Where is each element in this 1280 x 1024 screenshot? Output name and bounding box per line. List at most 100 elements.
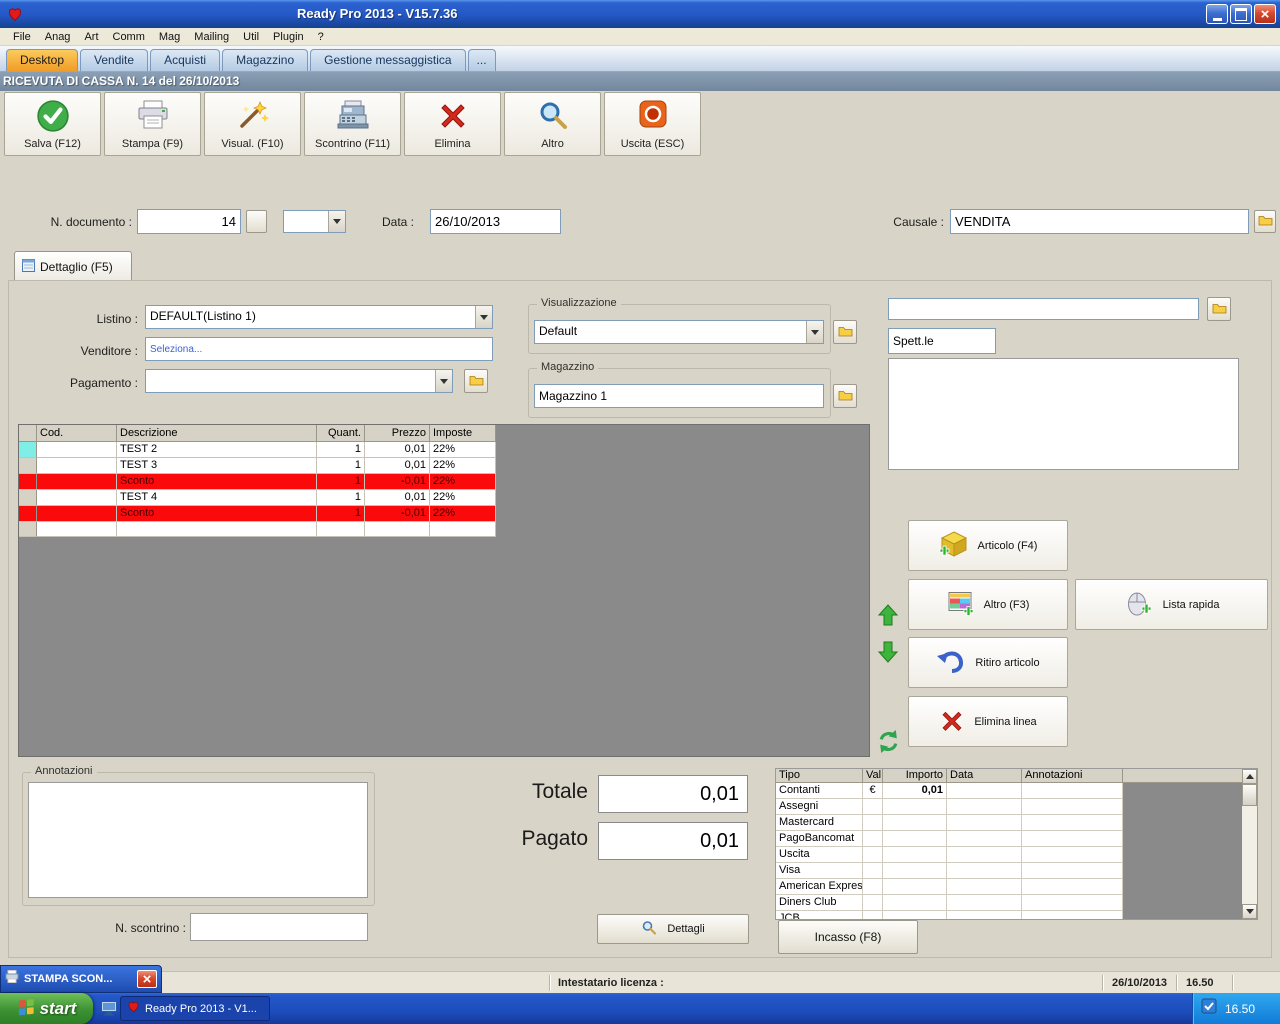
tab-desktop[interactable]: Desktop: [6, 49, 79, 71]
annotazioni-textarea[interactable]: [28, 782, 368, 898]
destinatario-textarea[interactable]: [888, 358, 1239, 470]
row-selector[interactable]: [19, 506, 37, 522]
payments-scrollbar[interactable]: [1242, 769, 1257, 919]
uscita-button[interactable]: Uscita (ESC): [604, 92, 701, 156]
altro-f3-button[interactable]: Altro (F3): [908, 579, 1068, 630]
stampa-mini-window[interactable]: STAMPA SCON...: [0, 965, 162, 993]
col-data[interactable]: Data: [947, 769, 1022, 783]
col-prezzo[interactable]: Prezzo: [365, 425, 430, 442]
quick-launch-icon[interactable]: [100, 999, 118, 1022]
listino-combo[interactable]: DEFAULT(Listino 1): [145, 305, 493, 329]
articolo-button[interactable]: Articolo (F4): [908, 520, 1068, 571]
payment-row-uscita[interactable]: Uscita: [776, 847, 1257, 863]
menu-file[interactable]: File: [6, 28, 38, 46]
chevron-down-icon[interactable]: [435, 370, 452, 392]
col-quant[interactable]: Quant.: [317, 425, 365, 442]
col-imposte[interactable]: Imposte: [430, 425, 496, 442]
payment-row-jcb[interactable]: JCB: [776, 911, 1257, 919]
elimina-button[interactable]: Elimina: [404, 92, 501, 156]
causale-folder-button[interactable]: [1254, 210, 1276, 233]
payment-row-mastercard[interactable]: Mastercard: [776, 815, 1257, 831]
dettagli-button[interactable]: Dettagli: [597, 914, 749, 944]
menu-util[interactable]: Util: [236, 28, 266, 46]
ritiro-articolo-button[interactable]: Ritiro articolo: [908, 637, 1068, 688]
menu-mailing[interactable]: Mailing: [187, 28, 236, 46]
refresh-icon[interactable]: [876, 729, 901, 759]
chevron-down-icon[interactable]: [328, 211, 345, 232]
visualizzazione-combo[interactable]: Default: [534, 320, 824, 344]
menu-plugin[interactable]: Plugin: [266, 28, 311, 46]
payment-row-contanti[interactable]: Contanti € 0,01: [776, 783, 1257, 799]
row-selector[interactable]: [19, 474, 37, 490]
spettle-input[interactable]: [888, 328, 996, 354]
visual-button[interactable]: Visual. (F10): [204, 92, 301, 156]
n-documento-ellipsis-button[interactable]: [246, 210, 267, 233]
scroll-down-icon[interactable]: [1242, 904, 1257, 919]
start-button[interactable]: start: [0, 993, 93, 1024]
close-button[interactable]: [1254, 4, 1276, 24]
tab-more[interactable]: ...: [467, 49, 496, 71]
row-selector[interactable]: [19, 522, 37, 537]
menu-art[interactable]: Art: [77, 28, 105, 46]
lista-rapida-button[interactable]: Lista rapida: [1075, 579, 1268, 630]
tab-vendite[interactable]: Vendite: [80, 49, 149, 71]
venditore-input[interactable]: [145, 337, 493, 361]
table-row[interactable]: TEST 3 1 0,01 22%: [19, 458, 497, 474]
tab-gestione-messaggistica[interactable]: Gestione messaggistica: [310, 49, 466, 71]
restore-button[interactable]: [1230, 4, 1252, 24]
visualizzazione-folder-button[interactable]: [833, 320, 857, 344]
col-val[interactable]: Val: [863, 769, 883, 783]
payment-row-visa[interactable]: Visa: [776, 863, 1257, 879]
stampa-button[interactable]: Stampa (F9): [104, 92, 201, 156]
tab-acquisti[interactable]: Acquisti: [150, 49, 221, 71]
cliente-folder-button[interactable]: [1207, 297, 1231, 321]
taskbar-task-readypro[interactable]: Ready Pro 2013 - V1...: [120, 996, 270, 1021]
stampa-close-button[interactable]: [137, 970, 157, 988]
chevron-down-icon[interactable]: [806, 321, 823, 343]
incasso-button[interactable]: Incasso (F8): [778, 920, 918, 954]
menu-mag[interactable]: Mag: [152, 28, 187, 46]
payment-row-diners-club[interactable]: Diners Club: [776, 895, 1257, 911]
table-row-empty[interactable]: [19, 522, 497, 537]
altro-toolbar-button[interactable]: Altro: [504, 92, 601, 156]
scroll-up-icon[interactable]: [1242, 769, 1257, 784]
col-tipo[interactable]: Tipo: [776, 769, 863, 783]
menu-help[interactable]: ?: [311, 28, 331, 46]
payment-row-assegni[interactable]: Assegni: [776, 799, 1257, 815]
tab-dettaglio[interactable]: Dettaglio (F5): [14, 251, 132, 281]
tray-icon[interactable]: [1201, 998, 1217, 1019]
table-row-discount[interactable]: Sconto 1 -0,01 22%: [19, 506, 497, 522]
col-annotazioni[interactable]: Annotazioni: [1022, 769, 1123, 783]
payment-row-american-express[interactable]: American Express: [776, 879, 1257, 895]
row-selector-current[interactable]: [19, 442, 37, 458]
row-selector[interactable]: [19, 458, 37, 474]
scrollbar-thumb[interactable]: [1242, 784, 1257, 806]
doc-suffix-combo[interactable]: [283, 210, 346, 233]
menu-comm[interactable]: Comm: [106, 28, 152, 46]
menu-anag[interactable]: Anag: [38, 28, 78, 46]
table-row-discount[interactable]: Sconto 1 -0,01 22%: [19, 474, 497, 490]
pagamento-folder-button[interactable]: [464, 369, 488, 393]
payment-row-pagobancomat[interactable]: PagoBancomat: [776, 831, 1257, 847]
pagamento-combo[interactable]: [145, 369, 453, 393]
tab-magazzino[interactable]: Magazzino: [222, 49, 309, 71]
elimina-linea-button[interactable]: Elimina linea: [908, 696, 1068, 747]
row-selector[interactable]: [19, 490, 37, 506]
magazzino-input[interactable]: [534, 384, 824, 408]
scontrino-button[interactable]: Scontrino (F11): [304, 92, 401, 156]
move-row-down-icon[interactable]: [877, 640, 899, 669]
col-importo[interactable]: Importo: [883, 769, 947, 783]
col-descrizione[interactable]: Descrizione: [117, 425, 317, 442]
move-row-up-icon[interactable]: [877, 603, 899, 632]
minimize-button[interactable]: [1206, 4, 1228, 24]
salva-button[interactable]: Salva (F12): [4, 92, 101, 156]
causale-input[interactable]: [950, 209, 1249, 234]
n-documento-input[interactable]: [137, 209, 241, 234]
chevron-down-icon[interactable]: [475, 306, 492, 328]
cliente-search-input[interactable]: [888, 298, 1199, 320]
col-cod[interactable]: Cod.: [37, 425, 117, 442]
n-scontrino-input[interactable]: [190, 913, 368, 941]
table-row[interactable]: TEST 2 1 0,01 22%: [19, 442, 497, 458]
magazzino-folder-button[interactable]: [833, 384, 857, 408]
data-input[interactable]: [430, 209, 561, 234]
